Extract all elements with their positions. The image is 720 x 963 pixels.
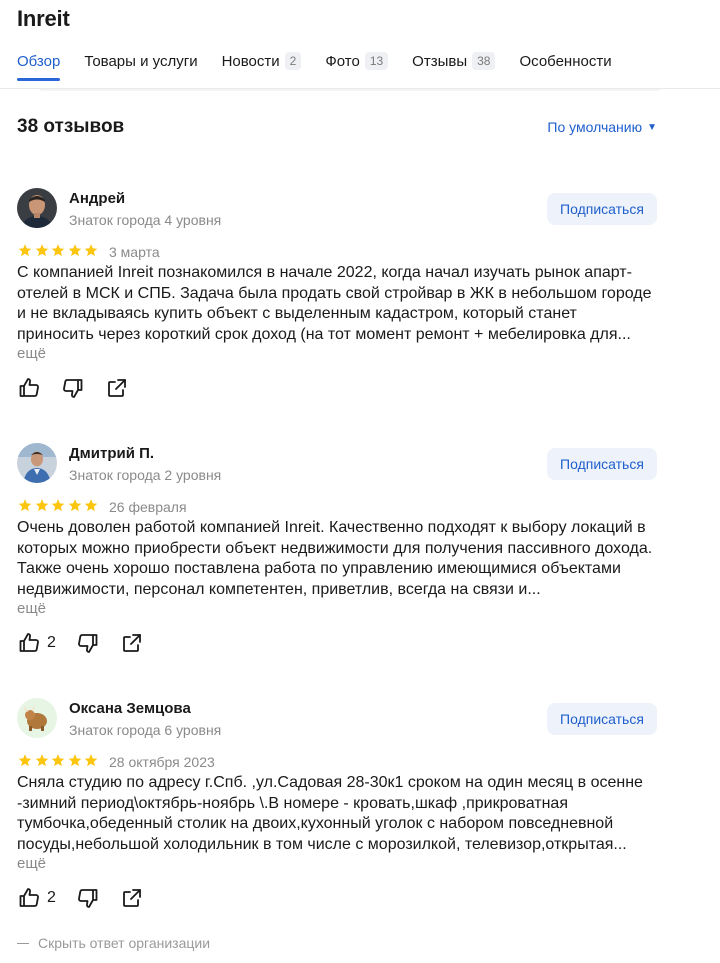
- tab-label: Особенности: [519, 52, 612, 70]
- tab-label: Новости: [221, 52, 280, 70]
- reviews-count: 38 отзывов: [17, 116, 125, 137]
- expand-link[interactable]: ещё: [17, 855, 46, 872]
- like-count: 2: [47, 889, 56, 906]
- star-icon: [68, 499, 81, 512]
- star-icon: [18, 244, 32, 257]
- expand-link[interactable]: ещё: [17, 345, 46, 362]
- caret-down-icon: ▼: [647, 121, 657, 133]
- tab-products[interactable]: Товары и услуги: [84, 50, 197, 72]
- like-button[interactable]: 2: [17, 631, 56, 655]
- star-icon: [84, 244, 98, 257]
- share-button[interactable]: [120, 631, 144, 655]
- author-level: Знаток города 2 уровня: [69, 467, 222, 483]
- star-icon: [18, 499, 32, 512]
- thumbs-down-icon: [78, 889, 98, 908]
- tab-label: Отзывы: [412, 52, 468, 70]
- review-text: Очень доволен работой компанией Inreit. …: [17, 519, 653, 598]
- tab-reviews[interactable]: Отзывы 38: [412, 50, 496, 72]
- page-title: Inreit: [17, 6, 70, 31]
- star-icon: [84, 499, 98, 512]
- star-icon: [18, 754, 32, 767]
- dislike-button[interactable]: [61, 376, 85, 400]
- star-rating: [17, 243, 100, 258]
- dislike-button[interactable]: [76, 886, 100, 910]
- avatar[interactable]: [17, 443, 57, 483]
- author-level: Знаток города 4 уровня: [69, 212, 222, 228]
- tab-bar: Обзор Товары и услуги Новости 2 Фото 13 …: [17, 50, 636, 81]
- star-icon: [35, 754, 48, 767]
- star-rating: [17, 498, 100, 513]
- review-date: 28 октября 2023: [109, 754, 215, 770]
- expand-link[interactable]: ещё: [17, 600, 46, 617]
- tab-label: Товары и услуги: [84, 52, 198, 70]
- author-name[interactable]: Андрей: [69, 190, 125, 207]
- author-name[interactable]: Оксана Земцова: [69, 700, 191, 717]
- star-icon: [68, 754, 81, 767]
- count-badge: 2: [284, 52, 302, 70]
- like-button[interactable]: 2: [17, 886, 56, 910]
- author-name[interactable]: Дмитрий П.: [69, 445, 154, 462]
- tab-label: Обзор: [17, 52, 61, 70]
- review-actions: 2: [17, 884, 144, 912]
- share-icon: [123, 634, 141, 652]
- star-icon: [51, 754, 65, 767]
- count-badge: 38: [472, 52, 496, 70]
- hide-org-reply-toggle[interactable]: Скрыть ответ организации: [17, 935, 210, 951]
- star-rating: [17, 753, 100, 768]
- subscribe-button[interactable]: Подписаться: [547, 703, 657, 735]
- thumbs-down-icon: [63, 379, 83, 398]
- share-icon: [123, 889, 141, 907]
- tab-photos[interactable]: Фото 13: [325, 50, 389, 72]
- star-icon: [35, 244, 48, 257]
- review-card: Дмитрий П. Знаток города 2 уровня Подпис…: [17, 443, 657, 673]
- review-actions: 2: [17, 629, 144, 657]
- share-button[interactable]: [105, 376, 129, 400]
- tab-overview[interactable]: Обзор: [17, 50, 61, 81]
- sort-dropdown[interactable]: По умолчанию ▼: [547, 119, 657, 135]
- hide-org-reply-label: Скрыть ответ организации: [38, 935, 211, 951]
- dislike-button[interactable]: [76, 631, 100, 655]
- review-card: Оксана Земцова Знаток города 6 уровня По…: [17, 698, 657, 928]
- sort-label: По умолчанию: [547, 119, 643, 135]
- review-date: 3 марта: [109, 244, 160, 260]
- star-icon: [68, 244, 81, 257]
- star-icon: [35, 499, 48, 512]
- subscribe-button[interactable]: Подписаться: [547, 448, 657, 480]
- tab-features[interactable]: Особенности: [519, 50, 611, 72]
- star-icon: [51, 244, 65, 257]
- share-icon: [108, 379, 126, 397]
- avatar[interactable]: [17, 188, 57, 228]
- thumbs-up-icon: [19, 378, 39, 397]
- tab-news[interactable]: Новости 2: [222, 50, 302, 72]
- star-icon: [51, 499, 65, 512]
- thumbs-up-icon: [19, 633, 39, 652]
- author-level: Знаток города 6 уровня: [69, 722, 222, 738]
- review-date: 26 февраля: [109, 499, 187, 515]
- review-card: Андрей Знаток города 4 уровня Подписатьс…: [17, 188, 657, 418]
- review-actions: [17, 374, 129, 402]
- avatar[interactable]: [17, 698, 57, 738]
- header-divider-shadow: [40, 89, 660, 91]
- tab-label: Фото: [325, 52, 360, 70]
- review-text: Сняла студию по адресу г.Спб. ,ул.Садова…: [17, 774, 643, 853]
- thumbs-up-icon: [19, 888, 39, 907]
- star-icon: [84, 754, 98, 767]
- thumbs-down-icon: [78, 634, 98, 653]
- count-badge: 13: [364, 52, 389, 70]
- like-count: 2: [47, 634, 56, 651]
- subscribe-button[interactable]: Подписаться: [547, 193, 657, 225]
- share-button[interactable]: [120, 886, 144, 910]
- like-button[interactable]: [17, 376, 41, 400]
- dash-icon: [17, 942, 29, 944]
- review-text: С компанией Inreit познакомился в начале…: [17, 264, 652, 343]
